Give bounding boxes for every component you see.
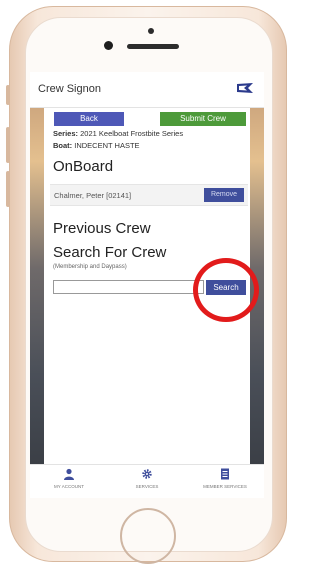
document-icon xyxy=(221,468,229,480)
previous-crew-heading: Previous Crew xyxy=(53,220,151,237)
main-content: Back Submit Crew Series: 2021 Keelboat F… xyxy=(44,108,259,464)
earpiece-speaker xyxy=(127,44,179,49)
person-icon xyxy=(64,468,74,480)
nav-label: MY ACCOUNT xyxy=(54,484,84,489)
background-photo-left xyxy=(30,108,44,464)
search-heading: Search For Crew xyxy=(53,244,167,261)
onboard-heading: OnBoard xyxy=(53,158,114,175)
volume-down-button xyxy=(6,171,10,207)
series-value: 2021 Keelboat Frostbite Series xyxy=(80,129,184,138)
boat-label: Boat: xyxy=(53,141,73,150)
remove-crew-button[interactable]: Remove xyxy=(204,188,244,202)
search-input[interactable] xyxy=(53,280,204,294)
series-label: Series: xyxy=(53,129,79,138)
mute-switch xyxy=(6,85,10,105)
red-circle-annotation xyxy=(193,258,259,322)
top-bar: Crew Signon xyxy=(30,72,264,108)
proximity-sensor xyxy=(148,28,154,34)
nav-label: MEMBER SERVICES xyxy=(203,484,247,489)
nav-my-account[interactable]: MY ACCOUNT xyxy=(30,468,108,498)
nav-label: SERVICES xyxy=(135,484,159,489)
nav-services[interactable]: SERVICES xyxy=(108,468,186,498)
boat-info: Boat: INDECENT HASTE xyxy=(53,141,140,150)
bottom-nav: MY ACCOUNT SERVICES MEMBER SERVICES xyxy=(30,464,264,498)
series-info: Series: 2021 Keelboat Frostbite Series xyxy=(53,129,183,138)
back-button[interactable]: Back xyxy=(54,112,124,126)
volume-up-button xyxy=(6,127,10,163)
boat-value: INDECENT HASTE xyxy=(74,141,140,150)
submit-crew-button[interactable]: Submit Crew xyxy=(160,112,246,126)
club-flag-icon xyxy=(237,83,253,93)
app-title: Crew Signon xyxy=(38,83,101,95)
nav-member-services[interactable]: MEMBER SERVICES xyxy=(186,468,264,498)
search-hint: (Membership and Daypass) xyxy=(53,264,127,270)
front-camera xyxy=(104,41,113,50)
app-screen: Crew Signon Back Submit Crew Series: 202… xyxy=(30,72,264,498)
crew-name: Chalmer, Peter [02141] xyxy=(54,191,132,200)
crew-row: Chalmer, Peter [02141] Remove xyxy=(50,184,248,206)
home-button[interactable] xyxy=(120,508,176,564)
gear-icon xyxy=(142,469,152,479)
